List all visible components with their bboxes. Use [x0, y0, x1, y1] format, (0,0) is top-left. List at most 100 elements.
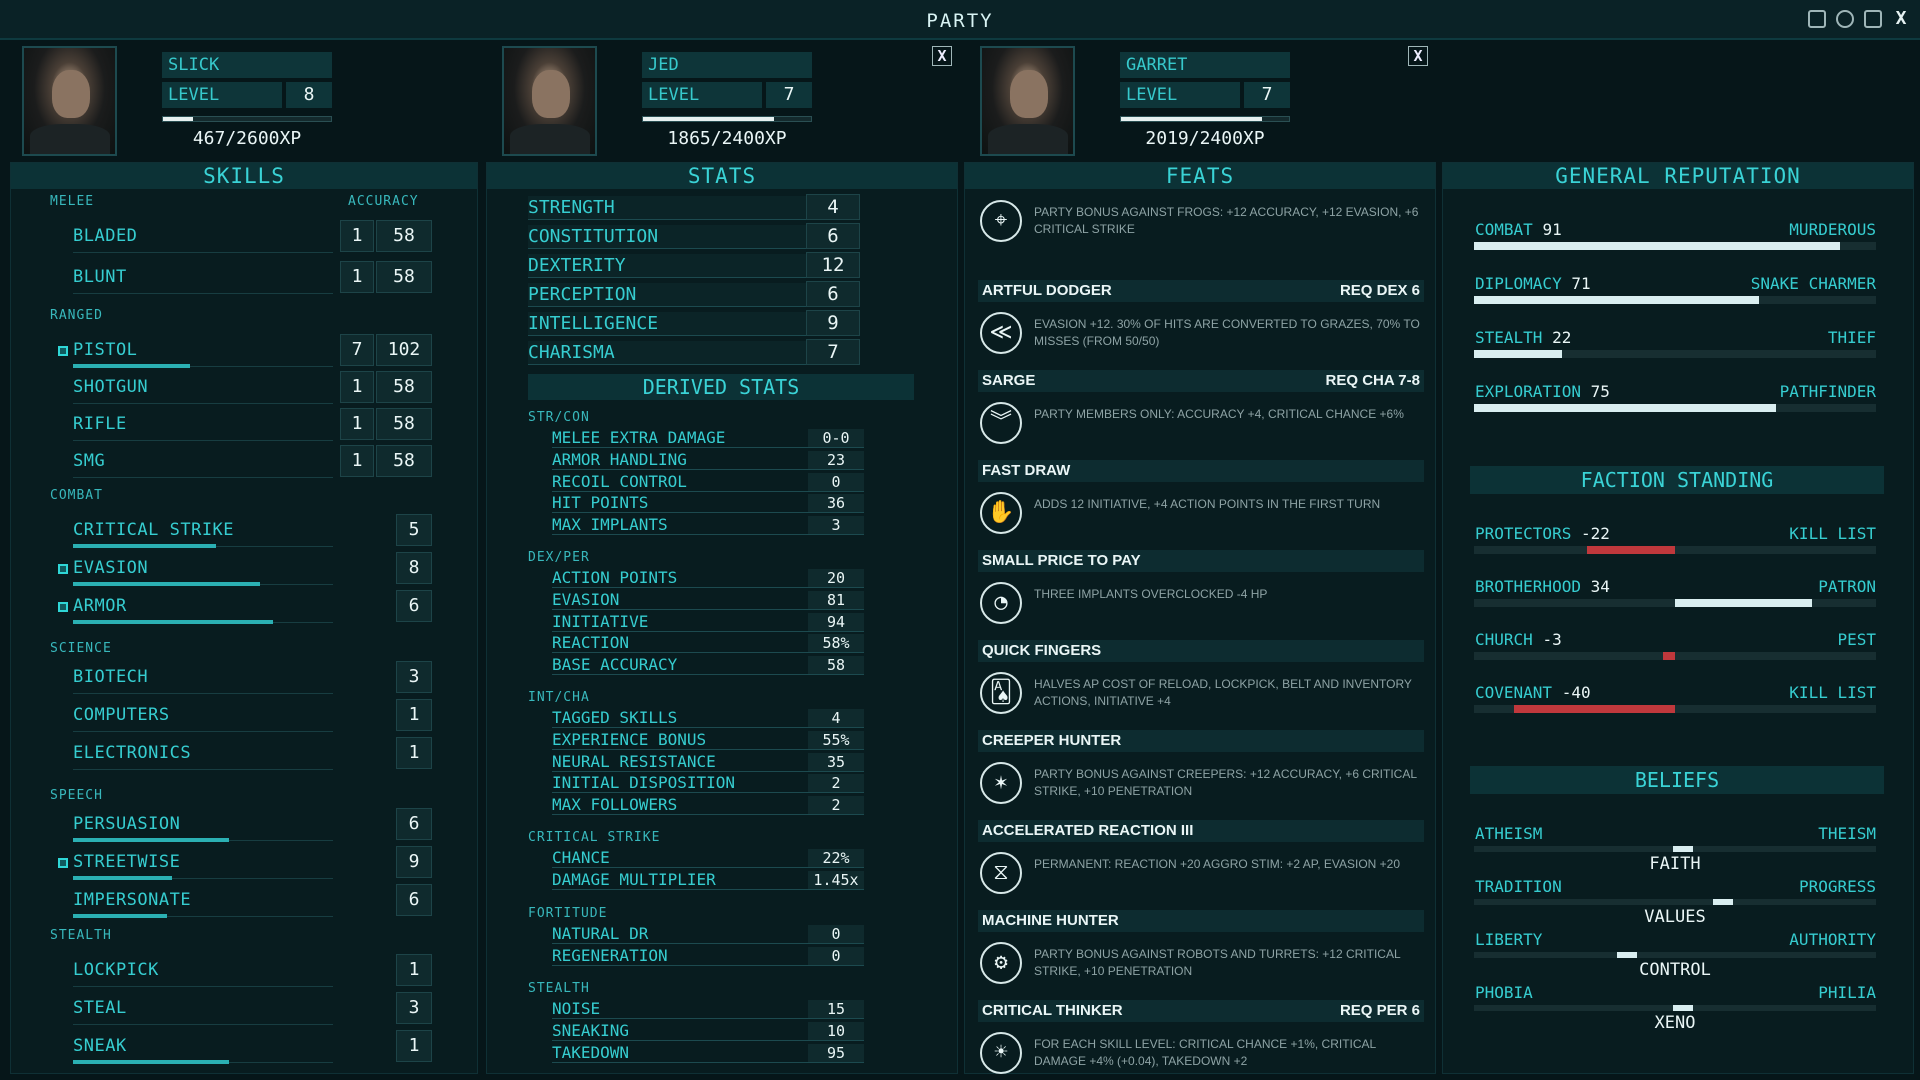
belief-bar: [1474, 899, 1876, 905]
skill-name[interactable]: LOCKPICK: [73, 960, 159, 980]
skill-name[interactable]: COMPUTERS: [73, 705, 170, 725]
skill-name[interactable]: STREETWISE: [73, 852, 180, 872]
skill-name[interactable]: IMPERSONATE: [73, 890, 191, 910]
reputation-name: STEALTH 22: [1475, 328, 1571, 347]
portrait-face: [1010, 70, 1048, 118]
reputation-name: EXPLORATION 75: [1475, 382, 1610, 401]
feat-entry[interactable]: CREEPER HUNTER ✶ PARTY BONUS AGAINST CREEP…: [978, 730, 1424, 816]
derived-stat-row[interactable]: NEURAL RESISTANCE 35: [552, 752, 864, 772]
derived-stat-row[interactable]: TAKEDOWN 95: [552, 1043, 864, 1063]
derived-stat-row[interactable]: HIT POINTS 36: [552, 493, 864, 514]
party-member-card[interactable]: JED LEVEL 7 1865/2400XP X: [502, 40, 952, 160]
derived-stat-row[interactable]: RECOIL CONTROL 0: [552, 472, 864, 492]
skill-accuracy: 58: [376, 445, 432, 477]
remove-member-button[interactable]: X: [1408, 46, 1428, 66]
skill-name[interactable]: BLUNT: [73, 267, 127, 287]
skill-category-label: SCIENCE: [50, 641, 112, 656]
derived-stat-row[interactable]: MELEE EXTRA DAMAGE 0-0: [552, 428, 864, 448]
skill-name[interactable]: PISTOL: [73, 340, 137, 360]
member-name: JED: [642, 52, 812, 78]
xp-bar: [642, 116, 812, 122]
skill-name[interactable]: STEAL: [73, 998, 127, 1018]
portrait[interactable]: [980, 46, 1075, 156]
skill-divider: [73, 769, 333, 770]
derived-stat-row[interactable]: BASE ACCURACY 58: [552, 655, 864, 676]
attribute-name: CONSTITUTION: [528, 226, 659, 247]
attribute-row[interactable]: PERCEPTION 6: [528, 281, 860, 307]
feat-header: CREEPER HUNTER: [978, 730, 1424, 752]
skill-name[interactable]: SHOTGUN: [73, 377, 148, 397]
attribute-row[interactable]: STRENGTH 4: [528, 194, 860, 220]
feat-entry[interactable]: CRITICAL THINKER REQ PER 6 ☀ FOR EACH SKILL…: [978, 1000, 1424, 1080]
feat-entry[interactable]: SARGE REQ CHA 7-8 ︾ PARTY MEMBERS ONLY: ACC…: [978, 370, 1424, 456]
derived-stat-row[interactable]: EXPERIENCE BONUS 55%: [552, 730, 864, 750]
skill-level: 6: [396, 884, 432, 916]
derived-stat-row[interactable]: REGENERATION 0: [552, 946, 864, 966]
reputation-label: COMBAT: [1475, 220, 1533, 239]
skill-name[interactable]: BLADED: [73, 226, 137, 246]
attribute-row[interactable]: INTELLIGENCE 9: [528, 310, 860, 336]
derived-group-label: STR/CON: [528, 410, 590, 425]
hand-draw-icon: ✋: [980, 492, 1022, 534]
skill-divider: [73, 293, 333, 294]
portrait[interactable]: [502, 46, 597, 156]
skill-name[interactable]: SMG: [73, 451, 105, 471]
derived-stat-row[interactable]: CHANCE 22%: [552, 848, 864, 868]
attribute-row[interactable]: DEXTERITY 12: [528, 252, 860, 278]
calendar-icon[interactable]: [1808, 10, 1826, 28]
skill-name[interactable]: PERSUASION: [73, 814, 180, 834]
derived-stat-row[interactable]: MAX FOLLOWERS 2: [552, 795, 864, 816]
derived-stat-row[interactable]: NATURAL DR 0: [552, 924, 864, 944]
derived-stat-row[interactable]: REACTION 58%: [552, 633, 864, 654]
skill-name[interactable]: BIOTECH: [73, 667, 148, 687]
tagged-skill-marker: [58, 858, 68, 868]
feat-entry[interactable]: SMALL PRICE TO PAY ◔ THREE IMPLANTS OVERCL…: [978, 550, 1424, 636]
derived-stat-row[interactable]: EVASION 81: [552, 590, 864, 610]
feat-entry[interactable]: ACCELERATED REACTION III ⧖ PERMANENT: REAC…: [978, 820, 1424, 906]
derived-stat-row[interactable]: INITIAL DISPOSITION 2: [552, 773, 864, 794]
derived-stat-row[interactable]: TAGGED SKILLS 4: [552, 708, 864, 728]
xp-bar: [1120, 116, 1290, 122]
derived-stat-row[interactable]: ACTION POINTS 20: [552, 568, 864, 588]
faction-value: -22: [1580, 524, 1610, 543]
skill-name[interactable]: CRITICAL STRIKE: [73, 520, 234, 540]
derived-stat-row[interactable]: DAMAGE MULTIPLIER 1.45x: [552, 870, 864, 890]
skill-level: 5: [396, 514, 432, 546]
derived-stat-row[interactable]: SNEAKING 10: [552, 1021, 864, 1041]
xp-bar: [162, 116, 332, 122]
derived-stat-row[interactable]: ARMOR HANDLING 23: [552, 450, 864, 470]
derived-stat-row[interactable]: NOISE 15: [552, 999, 864, 1019]
skill-name[interactable]: RIFLE: [73, 414, 127, 434]
screen-icon[interactable]: [1864, 10, 1882, 28]
derived-stat-value: 4: [808, 709, 864, 727]
party-member-card[interactable]: GARRET LEVEL 7 2019/2400XP X: [980, 40, 1430, 160]
attribute-row[interactable]: CONSTITUTION 6: [528, 223, 860, 249]
party-member-card[interactable]: SLICK LEVEL 8 467/2600XP: [22, 40, 362, 160]
skill-divider: [73, 403, 333, 404]
brain-icon[interactable]: [1836, 10, 1854, 28]
attribute-row[interactable]: CHARISMA 7: [528, 339, 860, 365]
skill-name[interactable]: SNEAK: [73, 1036, 127, 1056]
xp-text: 2019/2400XP: [1145, 128, 1265, 149]
feat-entry[interactable]: MACHINE HUNTER ⚙ PARTY BONUS AGAINST ROBOT…: [978, 910, 1424, 996]
derived-stat-value: 23: [808, 450, 864, 469]
level-label: LEVEL: [162, 82, 282, 108]
skill-name[interactable]: EVASION: [73, 558, 148, 578]
faction-label: CHURCH: [1475, 630, 1533, 649]
skill-name[interactable]: ELECTRONICS: [73, 743, 191, 763]
feat-entry[interactable]: ⌖ PARTY BONUS AGAINST FROGS: +12 ACCURACY…: [978, 190, 1424, 276]
skill-level: 7: [340, 334, 374, 366]
feat-entry[interactable]: FAST DRAW ✋ ADDS 12 INITIATIVE, +4 ACTION …: [978, 460, 1424, 546]
skill-name[interactable]: ARMOR: [73, 596, 127, 616]
tagged-skill-marker: [58, 564, 68, 574]
derived-stat-value: 58%: [808, 634, 864, 653]
derived-stat-row[interactable]: MAX IMPLANTS 3: [552, 515, 864, 536]
reputation-title: GENERAL REPUTATION: [1443, 163, 1913, 189]
feat-entry[interactable]: QUICK FINGERS 🂡 HALVES AP COST OF RELOAD, …: [978, 640, 1424, 726]
window-close-button[interactable]: X: [1892, 10, 1910, 28]
remove-member-button[interactable]: X: [932, 46, 952, 66]
feat-entry[interactable]: ARTFUL DODGER REQ DEX 6 ≪ EVASION +12. 30% …: [978, 280, 1424, 366]
derived-stat-row[interactable]: INITIATIVE 94: [552, 612, 864, 632]
portrait[interactable]: [22, 46, 117, 156]
derived-stat-value: 0: [808, 946, 864, 965]
